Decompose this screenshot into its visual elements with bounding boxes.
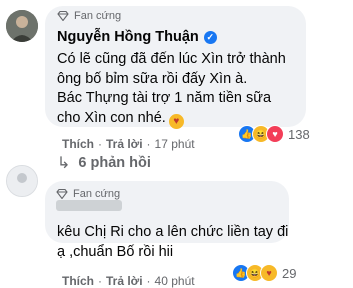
- commenter-avatar[interactable]: [6, 10, 38, 42]
- reaction-count: 138: [288, 126, 310, 142]
- reaction-summary[interactable]: 👍 😆 ♥ 29: [232, 264, 297, 282]
- diamond-icon: [56, 189, 68, 199]
- reaction-summary[interactable]: 👍 😆 ♥ 138: [238, 125, 310, 143]
- timestamp[interactable]: 17 phút: [155, 137, 195, 151]
- like-link[interactable]: Thích: [62, 137, 94, 151]
- diamond-icon: [57, 11, 69, 21]
- comment-actions: Thích · Trả lời · 17 phút: [62, 137, 195, 151]
- commenter-name[interactable]: Nguyễn Hồng Thuận ✓: [57, 29, 217, 45]
- comment-text: Có lẽ cũng đã đến lúc Xìn trở thành ông …: [57, 51, 286, 129]
- care-reaction-icon: ♥: [260, 264, 278, 282]
- reply-arrow-icon: ↳: [57, 155, 71, 172]
- fan-badge: Fan cứng: [57, 10, 121, 22]
- smiling-hearts-emoji: ♥: [168, 113, 184, 129]
- fan-badge: Fan cứng: [56, 188, 120, 200]
- reaction-count: 29: [282, 265, 297, 281]
- comment-text: kêu Chị Ri cho a lên chức liền tay đi ạ …: [57, 224, 289, 260]
- love-reaction-icon: ♥: [266, 125, 284, 143]
- reply-link[interactable]: Trả lời: [106, 137, 143, 151]
- blurred-commenter-name[interactable]: [56, 200, 122, 211]
- view-replies-link[interactable]: ↳ 6 phản hồi: [57, 153, 151, 173]
- fan-badge-label: Fan cứng: [73, 188, 121, 200]
- verified-icon: ✓: [203, 30, 217, 44]
- commenter-avatar[interactable]: [6, 165, 38, 197]
- fan-badge-label: Fan cứng: [74, 10, 122, 22]
